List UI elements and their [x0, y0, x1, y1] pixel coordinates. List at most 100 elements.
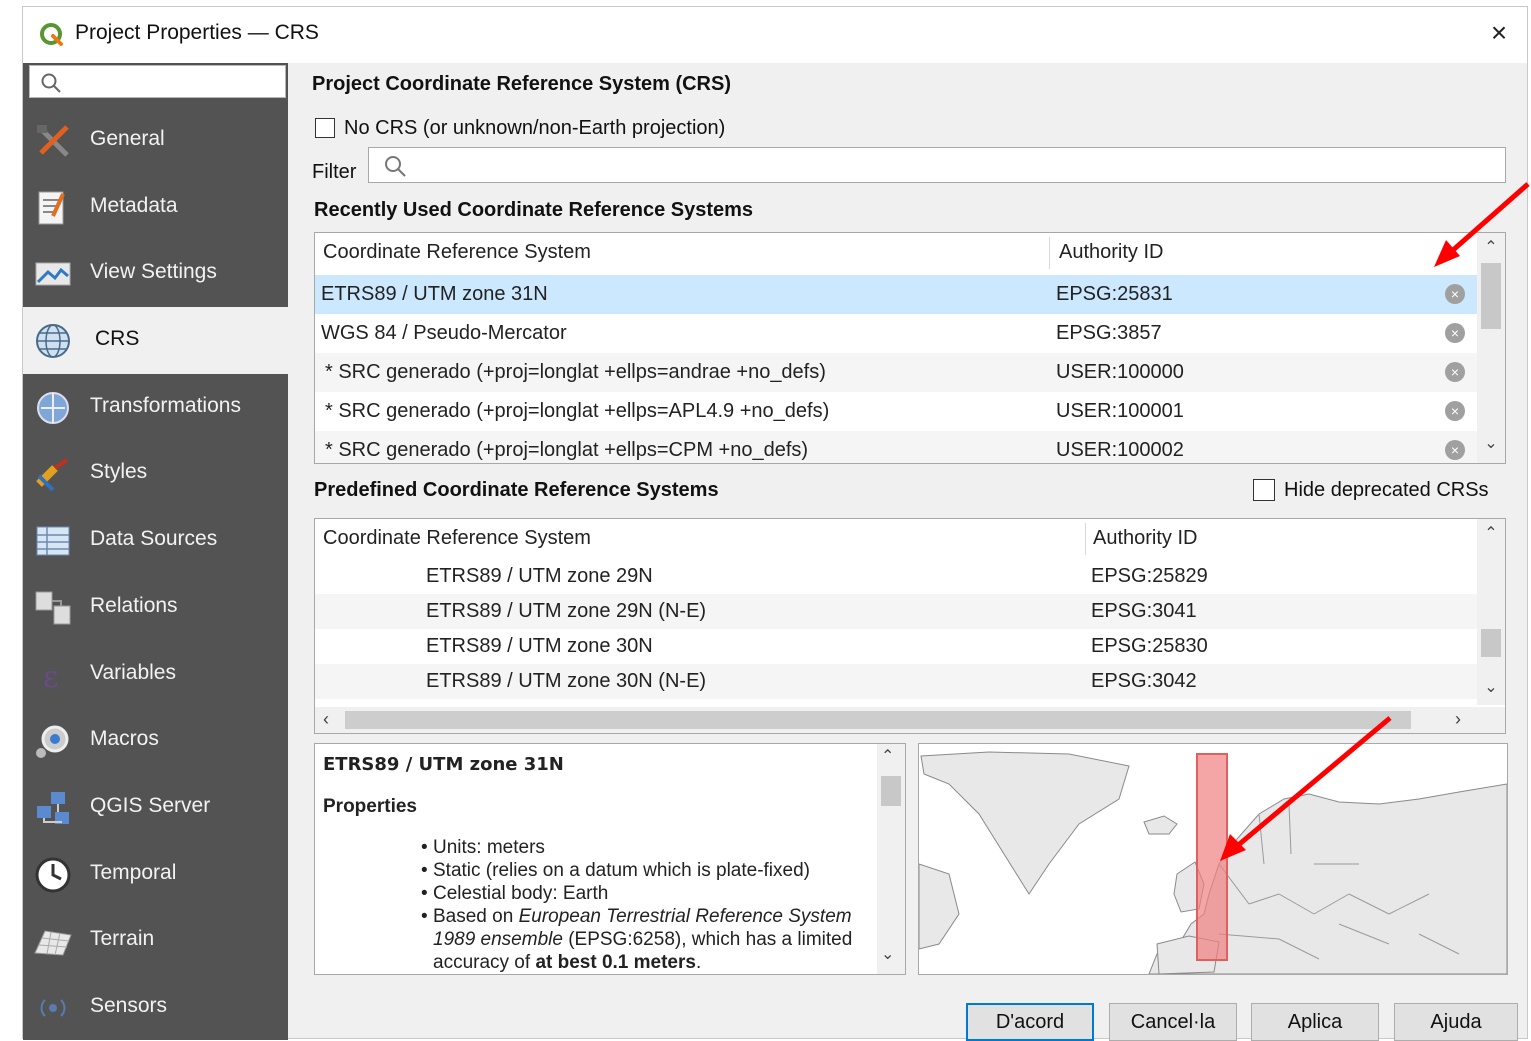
sidebar-item-transformations[interactable]: Transformations	[23, 374, 288, 441]
transform-icon	[37, 391, 69, 424]
info-vertical-scrollbar[interactable]: ⌃ ⌄	[877, 744, 905, 974]
row-crs: * SRC generado (+proj=longlat +ellps=and…	[325, 361, 826, 383]
variables-icon: ε	[43, 660, 59, 695]
scroll-right-icon[interactable]: ›	[1455, 709, 1461, 730]
row-authority: EPSG:25829	[1091, 565, 1208, 587]
scroll-down-icon[interactable]: ⌄	[881, 944, 894, 964]
predefined-vertical-scrollbar[interactable]: ⌃ ⌄	[1477, 519, 1505, 705]
sidebar-item-macros[interactable]: Macros	[23, 707, 288, 774]
remove-icon[interactable]: ×	[1445, 362, 1465, 382]
based-on-bold: at best 0.1 meters	[535, 952, 696, 973]
remove-icon[interactable]: ×	[1445, 323, 1465, 343]
crs-extent-highlight	[1196, 753, 1228, 961]
scroll-up-icon[interactable]: ⌃	[881, 746, 894, 766]
tools-icon	[37, 125, 69, 157]
sidebar-item-relations[interactable]: Relations	[23, 574, 288, 641]
column-header-crs[interactable]: Coordinate Reference System	[323, 241, 591, 264]
sidebar-item-sensors[interactable]: Sensors	[23, 974, 288, 1041]
table-row[interactable]: ETRS89 / UTM zone 29N (N-E) EPSG:3041	[315, 594, 1477, 629]
table-row[interactable]: ETRS89 / UTM zone 30N (N-E) EPSG:3042	[315, 664, 1477, 699]
search-icon	[385, 156, 406, 177]
ok-button[interactable]: D'acord	[966, 1003, 1094, 1041]
crs-extent-map	[918, 743, 1508, 975]
help-button[interactable]: Ajuda	[1394, 1003, 1518, 1041]
row-authority: EPSG:25830	[1091, 635, 1208, 657]
project-properties-dialog: Project Properties — CRS × General Metad…	[22, 6, 1529, 1041]
scroll-up-icon[interactable]: ⌃	[1477, 523, 1505, 547]
row-authority: USER:100001	[1056, 400, 1184, 422]
row-crs: ETRS89 / UTM zone 30N (N-E)	[426, 670, 707, 692]
sidebar-item-general[interactable]: General	[23, 107, 288, 174]
row-crs: ETRS89 / UTM zone 29N	[426, 565, 653, 587]
sidebar-item-label: Sensors	[90, 993, 168, 1017]
table-row[interactable]: * SRC generado (+proj=longlat +ellps=APL…	[315, 392, 1477, 431]
sidebar-item-qgis-server[interactable]: QGIS Server	[23, 774, 288, 841]
scroll-down-icon[interactable]: ⌄	[1477, 677, 1505, 701]
scroll-thumb[interactable]	[345, 711, 1411, 729]
sidebar-item-variables[interactable]: ε Variables	[23, 641, 288, 708]
search-icon	[41, 73, 61, 93]
row-crs: ETRS89 / UTM zone 30N	[426, 635, 653, 657]
apply-button[interactable]: Aplica	[1251, 1003, 1379, 1041]
sidebar-item-data-sources[interactable]: Data Sources	[23, 507, 288, 574]
table-row[interactable]: ETRS89 / UTM zone 31N EPSG:25831 ×	[315, 275, 1477, 314]
scroll-down-icon[interactable]: ⌄	[1477, 433, 1505, 457]
sidebar-item-crs[interactable]: CRS	[23, 307, 288, 374]
row-crs: WGS 84 / Pseudo-Mercator	[321, 322, 567, 344]
sidebar-item-label: QGIS Server	[90, 793, 211, 817]
row-authority: EPSG:3041	[1091, 600, 1197, 622]
hide-deprecated-label: Hide deprecated CRSs	[1284, 479, 1489, 501]
sidebar-item-label: Transformations	[90, 393, 241, 417]
table-row[interactable]: WGS 84 / Pseudo-Mercator EPSG:3857 ×	[315, 314, 1477, 353]
column-header-crs[interactable]: Coordinate Reference System	[323, 527, 591, 550]
sidebar-item-temporal[interactable]: Temporal	[23, 841, 288, 908]
column-header-authority[interactable]: Authority ID	[1093, 527, 1197, 550]
close-button[interactable]: ×	[1485, 17, 1513, 49]
property-item: Celestial body: Earth	[433, 882, 863, 905]
sidebar-item-label: View Settings	[90, 260, 217, 284]
sidebar-search-input[interactable]	[29, 65, 286, 98]
filter-input[interactable]	[368, 147, 1506, 183]
row-authority: EPSG:3857	[1056, 322, 1162, 344]
metadata-icon	[38, 191, 65, 225]
recent-vertical-scrollbar[interactable]: ⌃ ⌄	[1477, 233, 1505, 463]
window-title: Project Properties — CRS	[75, 21, 319, 44]
sidebar-item-label: Variables	[90, 660, 176, 684]
sidebar-item-terrain[interactable]: Terrain	[23, 907, 288, 974]
crs-info-name: ETRS89 / UTM zone 31N	[323, 754, 564, 775]
table-row[interactable]: * SRC generado (+proj=longlat +ellps=CPM…	[315, 431, 1477, 463]
predefined-crs-table: Coordinate Reference System Authority ID…	[314, 518, 1506, 734]
row-crs: ETRS89 / UTM zone 29N (N-E)	[426, 600, 707, 622]
table-row[interactable]: ETRS89 / UTM zone 29N EPSG:25829	[315, 559, 1477, 594]
sidebar-item-styles[interactable]: Styles	[23, 440, 288, 507]
sidebar-item-label: Metadata	[90, 193, 178, 217]
scroll-thumb[interactable]	[1481, 629, 1501, 657]
column-header-authority[interactable]: Authority ID	[1059, 241, 1163, 264]
close-icon[interactable]: ×	[1491, 17, 1507, 48]
properties-list: Units: meters Static (relies on a datum …	[433, 836, 863, 974]
scroll-thumb[interactable]	[881, 776, 901, 806]
row-crs: * SRC generado (+proj=longlat +ellps=CPM…	[325, 439, 809, 461]
table-header: Coordinate Reference System Authority ID	[315, 233, 1505, 273]
sidebar-item-label: Temporal	[90, 860, 177, 884]
sidebar-item-label: CRS	[95, 327, 140, 351]
sidebar-item-label: Macros	[90, 727, 159, 751]
crs-page: Project Coordinate Reference System (CRS…	[288, 63, 1529, 1041]
scroll-up-icon[interactable]: ⌃	[1477, 237, 1505, 261]
property-item: Static (relies on a datum which is plate…	[433, 859, 863, 882]
scroll-left-icon[interactable]: ‹	[323, 709, 329, 730]
table-row[interactable]: ETRS89 / UTM zone 30N EPSG:25830	[315, 629, 1477, 664]
row-authority: EPSG:25831	[1056, 283, 1173, 305]
remove-icon[interactable]: ×	[1445, 440, 1465, 460]
table-row[interactable]: * SRC generado (+proj=longlat +ellps=and…	[315, 353, 1477, 392]
remove-icon[interactable]: ×	[1445, 401, 1465, 421]
cancel-button[interactable]: Cancel·la	[1109, 1003, 1237, 1041]
predefined-horizontal-scrollbar[interactable]: ‹ ›	[315, 707, 1505, 733]
sidebar-item-metadata[interactable]: Metadata	[23, 174, 288, 241]
hide-deprecated-checkbox[interactable]	[1253, 479, 1275, 501]
remove-icon[interactable]: ×	[1445, 284, 1465, 304]
sidebar-item-view-settings[interactable]: View Settings	[23, 240, 288, 307]
no-crs-checkbox[interactable]	[315, 118, 335, 138]
sidebar-nav: General Metadata View Settings CRS Trans…	[23, 107, 288, 1041]
scroll-thumb[interactable]	[1481, 263, 1501, 329]
